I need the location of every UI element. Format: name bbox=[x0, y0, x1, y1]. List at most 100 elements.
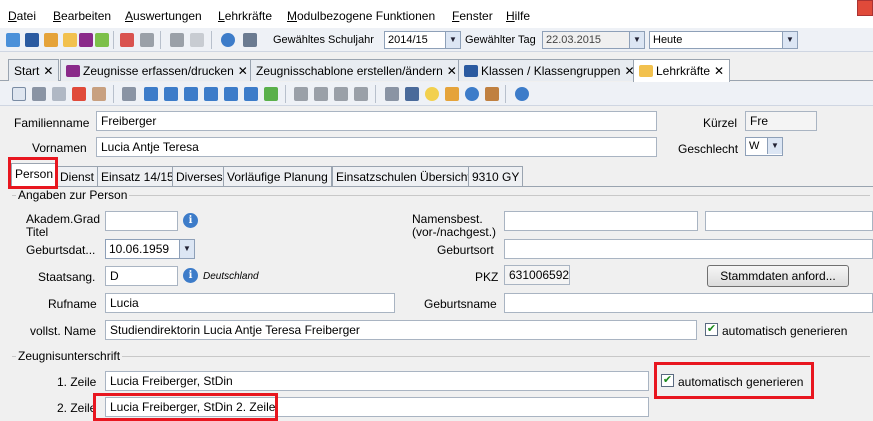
person-card-icon[interactable] bbox=[485, 87, 499, 101]
lightbulb-icon[interactable] bbox=[425, 87, 439, 101]
zeile1-field[interactable]: Lucia Freiberger, StDin bbox=[105, 371, 649, 391]
namensbest-nach-field[interactable] bbox=[705, 211, 873, 231]
vornach-label: (vor-/nachgest.) bbox=[412, 225, 497, 239]
print-record-icon[interactable] bbox=[92, 87, 106, 101]
akadem-field[interactable] bbox=[105, 211, 178, 231]
clock-icon[interactable] bbox=[465, 87, 479, 101]
geburtsdat-value: 10.06.1959 bbox=[109, 242, 170, 256]
last-record-icon[interactable] bbox=[244, 87, 258, 101]
tab-einsatz[interactable]: Einsatz 14/15 bbox=[97, 166, 178, 187]
geburtsdat-picker[interactable]: 10.06.1959 ▼ bbox=[105, 239, 195, 259]
heute-value: Heute bbox=[653, 34, 683, 46]
chevron-down-icon[interactable]: ▼ bbox=[629, 32, 644, 48]
menu-lehrkraefte[interactable]: Lehrkräfte bbox=[218, 9, 272, 23]
geschlecht-select[interactable]: W ▼ bbox=[745, 137, 783, 156]
close-icon[interactable]: ✕ bbox=[238, 64, 248, 78]
save-icon[interactable] bbox=[32, 87, 46, 101]
new-icon[interactable] bbox=[12, 87, 26, 101]
menu-modulbezogene-funktionen[interactable]: Modulbezogene Funktionen bbox=[287, 9, 435, 23]
certificate-icon bbox=[66, 65, 80, 77]
bus-icon[interactable] bbox=[25, 33, 39, 47]
stammdaten-anfordern-button[interactable]: Stammdaten anford... bbox=[707, 265, 849, 287]
tab-zeugnisschablone[interactable]: Zeugnisschablone erstellen/ändern ✕ bbox=[250, 59, 463, 81]
tab-label: Zeugnisse erfassen/drucken bbox=[83, 64, 234, 78]
close-document-icon[interactable] bbox=[190, 33, 204, 47]
tab-label: Klassen / Klassengruppen bbox=[481, 64, 621, 78]
familienname-field[interactable]: Freiberger bbox=[96, 111, 657, 131]
prev-page-icon[interactable] bbox=[164, 87, 178, 101]
info-icon[interactable]: i bbox=[183, 213, 198, 228]
info-icon[interactable]: i bbox=[183, 268, 198, 283]
menu-datei[interactable]: Datei bbox=[8, 9, 36, 23]
printer-icon[interactable] bbox=[385, 87, 399, 101]
staatsang-field[interactable]: D bbox=[105, 266, 178, 286]
namensbest-field[interactable] bbox=[504, 211, 698, 231]
help-icon[interactable] bbox=[515, 87, 529, 101]
tab-lehrkraefte[interactable]: Lehrkräfte ✕ bbox=[633, 59, 731, 82]
geburtsname-label: Geburtsname bbox=[424, 297, 497, 311]
tag-select[interactable]: 22.03.2015 ▼ bbox=[542, 31, 645, 49]
auto-generate-name-label: automatisch generieren bbox=[722, 324, 848, 338]
copy-icon[interactable] bbox=[170, 33, 184, 47]
certificate-icon[interactable] bbox=[79, 33, 93, 47]
teachers-icon[interactable] bbox=[63, 33, 77, 47]
menu-fenster[interactable]: Fenster bbox=[452, 9, 493, 23]
undo-icon[interactable] bbox=[52, 87, 66, 101]
geburtsname-field[interactable] bbox=[504, 293, 873, 313]
close-icon[interactable]: ✕ bbox=[714, 64, 724, 78]
info-icon[interactable] bbox=[221, 33, 235, 47]
chevron-down-icon[interactable]: ▼ bbox=[782, 32, 797, 48]
chevron-down-icon[interactable]: ▼ bbox=[445, 32, 460, 48]
list-icon[interactable] bbox=[122, 87, 136, 101]
tab-einsatzschulen[interactable]: Einsatzschulen Übersicht bbox=[332, 166, 475, 187]
schuljahr-value: 2014/15 bbox=[388, 34, 428, 46]
comment-icon[interactable] bbox=[95, 33, 109, 47]
next-page-icon[interactable] bbox=[224, 87, 238, 101]
chevron-down-icon[interactable]: ▼ bbox=[179, 240, 194, 258]
kuerzel-label: Kürzel bbox=[703, 116, 738, 130]
familienname-label: Familienname bbox=[14, 116, 90, 130]
tab-klassen[interactable]: Klassen / Klassengruppen ✕ bbox=[458, 59, 641, 81]
close-icon[interactable]: ✕ bbox=[447, 64, 457, 78]
menu-bearbeiten[interactable]: Bearbeiten bbox=[53, 9, 111, 23]
people-icon[interactable] bbox=[44, 33, 58, 47]
kuerzel-field[interactable]: Fre bbox=[745, 111, 817, 131]
menu-auswertungen[interactable]: Auswertungen bbox=[125, 9, 202, 23]
pkz-label: PKZ bbox=[475, 270, 499, 284]
pkz-field[interactable]: 631006592 bbox=[504, 265, 570, 285]
preview-icon[interactable] bbox=[405, 87, 419, 101]
schuljahr-select[interactable]: 2014/15 ▼ bbox=[384, 31, 461, 49]
tab-diverses[interactable]: Diverses bbox=[172, 166, 227, 187]
heute-select[interactable]: Heute ▼ bbox=[649, 31, 798, 49]
copy-icon[interactable] bbox=[334, 87, 348, 101]
vornamen-field[interactable]: Lucia Antje Teresa bbox=[96, 137, 657, 157]
tab-vorlaeufige-planung[interactable]: Vorläufige Planung bbox=[223, 166, 332, 187]
tab-start[interactable]: Start ✕ bbox=[8, 59, 60, 81]
schueler-icon[interactable] bbox=[6, 33, 20, 47]
geburtsort-field[interactable] bbox=[504, 239, 873, 259]
auto-generate-name-checkbox[interactable]: ✔ bbox=[705, 323, 718, 336]
chevron-down-icon[interactable]: ▼ bbox=[767, 138, 782, 154]
close-icon[interactable]: ✕ bbox=[43, 64, 53, 78]
wizard-icon[interactable] bbox=[445, 87, 459, 101]
next-record-icon[interactable] bbox=[204, 87, 218, 101]
cut-icon[interactable] bbox=[314, 87, 328, 101]
back-icon[interactable] bbox=[294, 87, 308, 101]
rufname-field[interactable]: Lucia bbox=[105, 293, 395, 313]
schuljahr-label: Gewähltes Schuljahr bbox=[273, 34, 374, 46]
window-close-icon[interactable] bbox=[857, 0, 873, 16]
vollst-name-field[interactable]: Studiendirektorin Lucia Antje Teresa Fre… bbox=[105, 320, 697, 340]
prev-record-icon[interactable] bbox=[184, 87, 198, 101]
paste-icon[interactable] bbox=[354, 87, 368, 101]
document-tabs: Start ✕ Zeugnisse erfassen/drucken ✕ Zeugn… bbox=[0, 54, 873, 82]
tab-dienst[interactable]: Dienst bbox=[56, 166, 99, 187]
menu-hilfe[interactable]: Hilfe bbox=[506, 9, 530, 23]
tab-zeugnisse[interactable]: Zeugnisse erfassen/drucken ✕ bbox=[60, 59, 254, 81]
delete-icon[interactable] bbox=[72, 87, 86, 101]
printer-icon[interactable] bbox=[140, 33, 154, 47]
refresh-icon[interactable] bbox=[264, 87, 278, 101]
calendar-icon[interactable] bbox=[243, 33, 257, 47]
book-icon[interactable] bbox=[120, 33, 134, 47]
tab-9310-gy[interactable]: 9310 GY bbox=[468, 166, 524, 187]
first-record-icon[interactable] bbox=[144, 87, 158, 101]
